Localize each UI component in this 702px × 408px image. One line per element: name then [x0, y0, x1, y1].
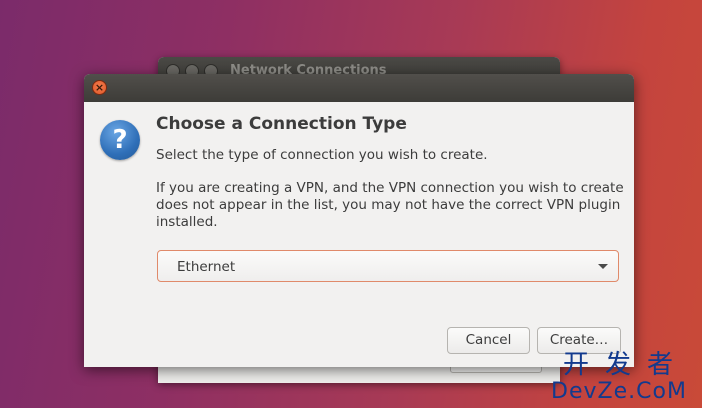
dialog-heading: Choose a Connection Type — [156, 114, 407, 134]
choose-connection-type-dialog: × ? Choose a Connection Type Select the … — [84, 74, 634, 367]
dialog-subtext: Select the type of connection you wish t… — [156, 147, 488, 163]
chevron-down-icon — [598, 264, 608, 269]
dialog-titlebar: × — [84, 74, 634, 102]
watermark-latin: DevZe.CoM — [551, 379, 687, 404]
watermark-chinese: 开发者 — [562, 350, 689, 380]
vpn-description: If you are creating a VPN, and the VPN c… — [156, 180, 624, 230]
watermark-logo: 开发者 DevZe.CoM — [544, 350, 694, 404]
connection-type-value: Ethernet — [177, 259, 236, 275]
connection-type-select[interactable]: Ethernet — [157, 250, 619, 282]
question-icon: ? — [100, 120, 140, 160]
close-icon[interactable]: × — [92, 80, 107, 95]
cancel-button[interactable]: Cancel — [447, 327, 530, 354]
